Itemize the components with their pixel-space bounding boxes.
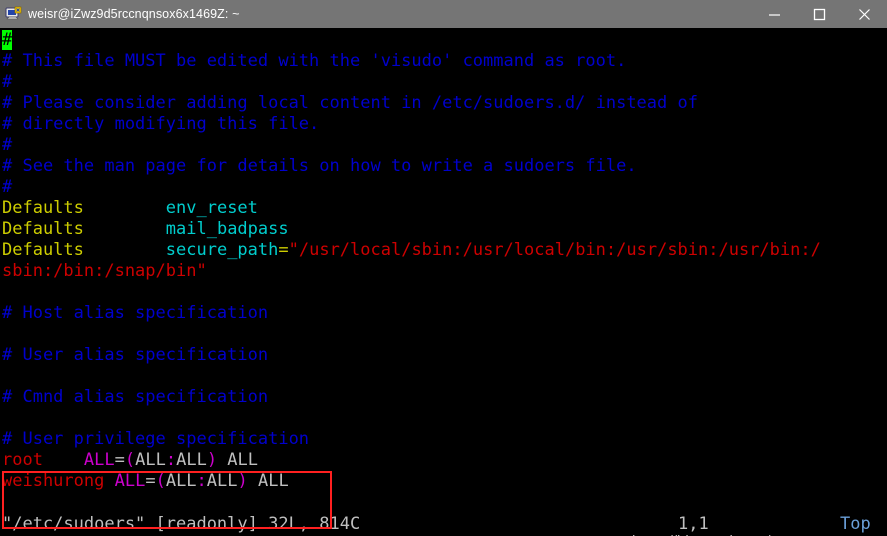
terminal-text-run: ( [155,471,166,491]
terminal-text-run: = [145,471,156,491]
watermark-text: https://blog.csdn.net/qq_41530816 [632,531,862,536]
terminal-text-run: # Cmnd alias specification [2,387,269,407]
terminal-text-run: ALL [114,471,146,491]
terminal-line: # User privilege specification [2,429,887,450]
terminal-screen[interactable]: # # This file MUST be edited with the 'vi… [0,28,887,536]
terminal-text-run: ALL [135,450,166,470]
terminal-text-run: # [2,72,13,92]
terminal-text-run: # User privilege specification [2,429,310,449]
minimize-button[interactable] [752,0,797,28]
terminal-text-run: : [196,471,207,491]
terminal-text-run [84,219,166,239]
terminal-text-run: Defaults [2,240,84,260]
terminal-text-run: # [2,30,13,50]
terminal-text-run: ) [237,471,248,491]
terminal-text-run: = [114,450,125,470]
vim-buffer: # # This file MUST be edited with the 'vi… [2,30,887,492]
status-file-info: "/etc/sudoers" [readonly] 32L, 814C [2,514,361,534]
terminal-line: # directly modifying this file. [2,114,887,135]
terminal-line: # [2,30,887,51]
terminal-text-run: secure_path [165,240,279,260]
window-title: weisr@iZwz9d5rccnqnsox6x1469Z: ~ [28,7,240,21]
terminal-text-run: # User alias specification [2,345,269,365]
terminal-text-run: # directly modifying this file. [2,114,320,134]
terminal-line: Defaults mail_badpass [2,219,887,240]
terminal-line: # This file MUST be edited with the 'vis… [2,51,887,72]
terminal-line: Defaults env_reset [2,198,887,219]
terminal-line: # [2,135,887,156]
terminal-text-run: env_reset [165,198,258,218]
terminal-text-run: ALL [83,450,115,470]
terminal-text-run: # See the man page for details on how to… [2,156,637,176]
maximize-button[interactable] [797,0,842,28]
terminal-text-run: "/usr/local/sbin:/usr/local/bin:/usr/sbi… [288,240,821,260]
terminal-line: # Please consider adding local content i… [2,93,887,114]
terminal-text-run: # [2,177,13,197]
putty-icon [0,0,28,28]
terminal-text-run: ) [206,450,218,470]
terminal-line: root ALL=(ALL:ALL) ALL [2,450,887,471]
terminal-text-run: mail_badpass [165,219,289,239]
terminal-text-run: ( [124,450,136,470]
terminal-text-run: Defaults [2,198,84,218]
terminal-text-run: = [278,240,289,260]
terminal-text-run: # Please consider adding local content i… [2,93,698,113]
terminal-text-run: weishurong [2,471,105,491]
terminal-line: # Host alias specification [2,303,887,324]
terminal-line: # See the man page for details on how to… [2,156,887,177]
terminal-text-run: Defaults [2,219,84,239]
close-button[interactable] [842,0,887,28]
terminal-text-run: # Host alias specification [2,303,269,323]
terminal-text-run: sbin:/bin:/snap/bin" [2,261,207,281]
terminal-line: Defaults secure_path="/usr/local/sbin:/u… [2,240,887,261]
terminal-text-run: root [2,450,43,470]
terminal-text-run [104,471,114,491]
terminal-text-run: ALL [165,471,197,491]
putty-terminal-window: weisr@iZwz9d5rccnqnsox6x1469Z: ~ # # This… [0,0,887,536]
terminal-text-run: ALL [176,450,207,470]
terminal-text-run: # This file MUST be edited with the 'vis… [2,51,627,71]
terminal-line: # Cmnd alias specification [2,387,887,408]
terminal-text-run [84,198,166,218]
terminal-text-run [43,450,84,470]
terminal-line: # [2,72,887,93]
terminal-line: weishurong ALL=(ALL:ALL) ALL [2,471,887,492]
terminal-line: sbin:/bin:/snap/bin" [2,261,887,282]
terminal-text-run [84,240,166,260]
title-bar: weisr@iZwz9d5rccnqnsox6x1469Z: ~ [0,0,887,28]
terminal-text-run: ALL [206,471,238,491]
terminal-text-run: : [165,450,177,470]
terminal-line: # User alias specification [2,345,887,366]
terminal-line: # [2,177,887,198]
terminal-text-run: ALL [247,471,289,491]
terminal-text-run: ALL [217,450,259,470]
terminal-text-run: # [2,135,13,155]
